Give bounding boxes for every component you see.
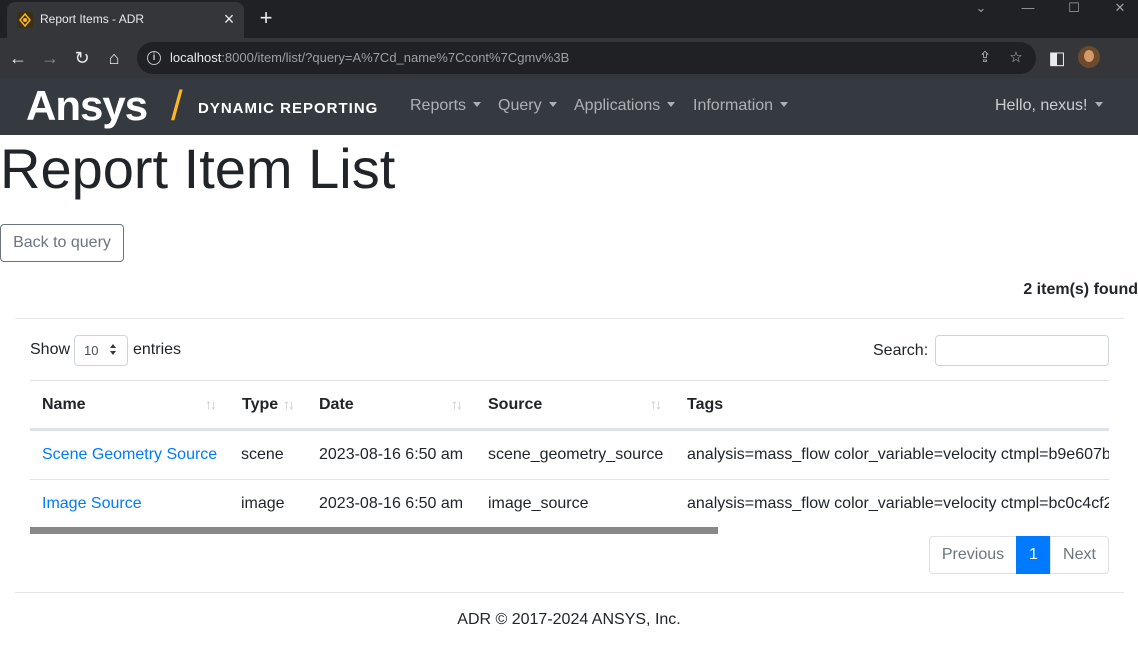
next-page-button[interactable]: Next — [1050, 536, 1109, 574]
item-tags: analysis=mass_flow color_variable=veloci… — [687, 495, 1109, 512]
item-date: 2023-08-16 6:50 am — [319, 446, 464, 463]
window-close-icon[interactable]: ✕ — [1097, 0, 1138, 18]
search-input[interactable] — [935, 335, 1109, 366]
caret-down-icon — [780, 102, 789, 107]
entries-label: entries — [133, 341, 182, 358]
item-tags: analysis=mass_flow color_variable=veloci… — [687, 446, 1109, 463]
address-bar[interactable]: i localhost:8000/item/list/?query=A%7Cd_… — [137, 42, 1036, 74]
select-arrows-icon — [110, 344, 117, 356]
item-name-link[interactable]: Image Source — [42, 495, 142, 513]
page-length-select[interactable]: 10 — [74, 335, 128, 366]
column-header-name[interactable]: Name — [42, 396, 86, 414]
nav-information[interactable]: Information — [693, 97, 789, 115]
caret-down-icon — [667, 102, 676, 107]
sort-icon[interactable]: ↑↓ — [205, 396, 217, 412]
share-icon[interactable]: ⇪ — [975, 48, 995, 68]
footer-divider — [15, 592, 1124, 593]
caret-down-icon — [473, 102, 482, 107]
nav-user-menu[interactable]: Hello, nexus! — [995, 97, 1103, 115]
column-header-tags[interactable]: Tags — [687, 396, 723, 414]
items-found-count: 2 item(s) found — [1023, 281, 1138, 298]
adr-favicon-icon — [17, 12, 33, 28]
previous-page-button[interactable]: Previous — [929, 536, 1017, 574]
brand-name: Ansys — [26, 82, 148, 129]
browser-toolbar: ← → ↻ ⌂ i localhost:8000/item/list/?quer… — [0, 38, 1138, 78]
browser-tab[interactable]: Report Items - ADR × — [7, 2, 244, 38]
item-type: scene — [241, 446, 284, 463]
nav-query[interactable]: Query — [498, 97, 557, 115]
footer-copyright: ADR © 2017-2024 ANSYS, Inc. — [457, 611, 681, 628]
caret-down-icon — [1094, 102, 1103, 107]
item-date: 2023-08-16 6:50 am — [319, 495, 464, 512]
sort-icon[interactable]: ↑↓ — [451, 396, 463, 412]
address-url[interactable]: localhost:8000/item/list/?query=A%7Cd_na… — [170, 50, 569, 65]
maximize-icon[interactable]: ☐ — [1051, 0, 1097, 18]
close-tab-icon[interactable]: × — [220, 10, 238, 28]
page-length-value: 10 — [84, 343, 99, 358]
bookmark-star-icon[interactable]: ☆ — [1006, 48, 1026, 68]
tab-title: Report Items - ADR — [40, 12, 145, 26]
nav-applications[interactable]: Applications — [574, 97, 676, 115]
site-navbar: Ansys / DYNAMIC REPORTING Reports Query … — [0, 78, 1138, 135]
side-panel-icon[interactable]: ◧ — [1045, 46, 1069, 70]
table-header-row: Name ↑↓ Type ↑↓ Date ↑↓ Source ↑↓ Tags — [30, 380, 1109, 430]
back-arrow-icon[interactable]: ← — [6, 46, 30, 70]
item-type: image — [241, 495, 285, 512]
horizontal-scrollbar[interactable] — [30, 527, 718, 534]
caret-down-icon — [548, 102, 557, 107]
sort-icon[interactable]: ↑↓ — [650, 396, 662, 412]
divider — [15, 318, 1124, 319]
back-to-query-button[interactable]: Back to query — [0, 224, 124, 262]
forward-arrow-icon[interactable]: → — [38, 46, 62, 70]
site-info-icon[interactable]: i — [147, 51, 161, 65]
home-icon[interactable]: ⌂ — [102, 46, 126, 70]
reload-icon[interactable]: ↻ — [70, 46, 94, 70]
column-header-source[interactable]: Source — [488, 396, 542, 414]
browser-tab-strip: Report Items - ADR × + ⌄ — ☐ ✕ — [0, 0, 1138, 38]
nav-reports[interactable]: Reports — [410, 97, 482, 115]
items-table: Name ↑↓ Type ↑↓ Date ↑↓ Source ↑↓ Tags S… — [30, 380, 1109, 530]
pagination: Previous 1 Next — [929, 536, 1109, 574]
column-header-date[interactable]: Date — [319, 396, 354, 414]
brand-subtitle: DYNAMIC REPORTING — [198, 100, 379, 117]
item-name-link[interactable]: Scene Geometry Source — [42, 446, 217, 464]
item-source: scene_geometry_source — [488, 446, 664, 463]
show-label: Show — [30, 341, 71, 358]
table-row: Scene Geometry Source scene 2023-08-16 6… — [30, 430, 1109, 479]
page-title: Report Item List — [0, 137, 396, 200]
search-label: Search: — [873, 342, 929, 359]
column-header-type[interactable]: Type — [242, 396, 278, 414]
table-row: Image Source image 2023-08-16 6:50 am im… — [30, 479, 1109, 528]
minimize-icon[interactable]: — — [1005, 0, 1051, 18]
brand-slash: / — [171, 82, 183, 129]
item-source: image_source — [488, 495, 589, 512]
tab-search-icon[interactable]: ⌄ — [958, 0, 1004, 18]
profile-avatar[interactable] — [1078, 46, 1100, 68]
sort-icon[interactable]: ↑↓ — [283, 396, 295, 412]
page-1-button[interactable]: 1 — [1016, 536, 1051, 574]
new-tab-icon[interactable]: + — [255, 7, 277, 29]
